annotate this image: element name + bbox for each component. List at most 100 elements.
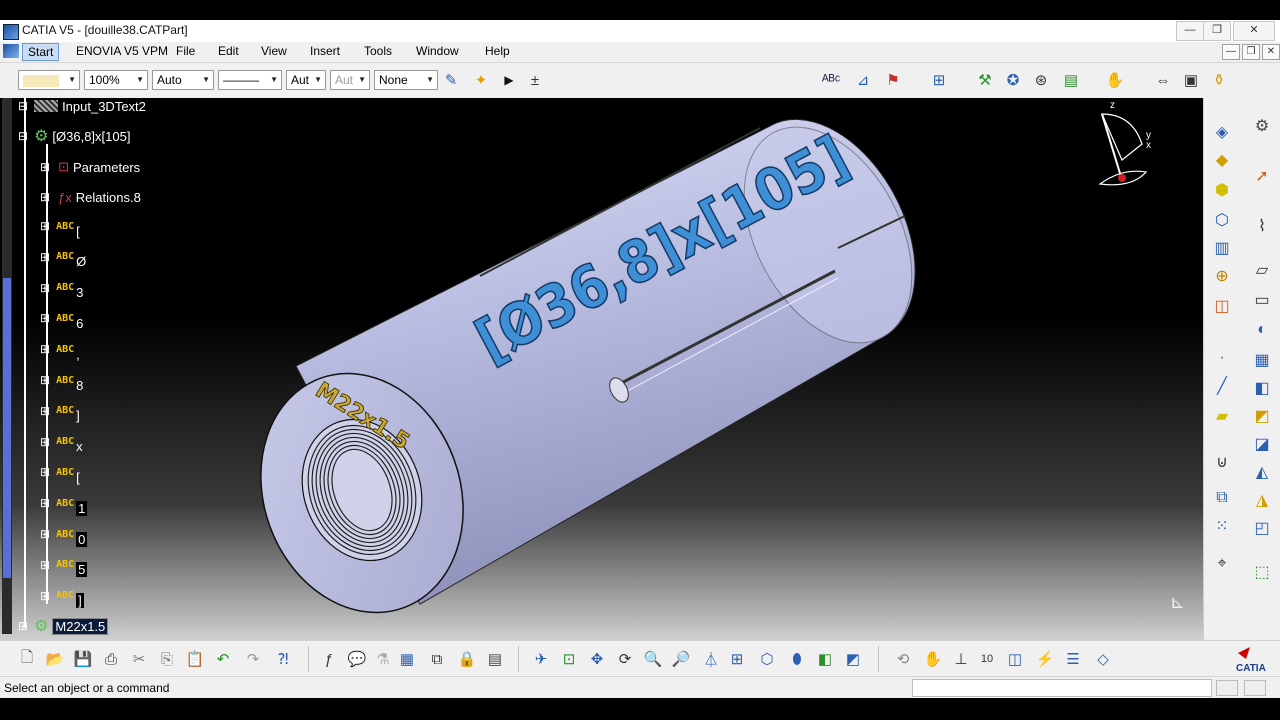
pan-icon[interactable]: ✥: [586, 648, 608, 670]
menu-start[interactable]: Start: [22, 43, 60, 61]
scale-icon[interactable]: ◰: [1250, 516, 1274, 540]
plane-yellow-icon[interactable]: ▰: [1210, 404, 1234, 428]
menu-edit[interactable]: Edit: [218, 44, 239, 58]
dot-icon[interactable]: ·: [1210, 346, 1234, 370]
transparency-combo[interactable]: 100% ▼: [84, 70, 148, 90]
open-folder-icon[interactable]: 📂: [44, 648, 66, 670]
tree-node-text-item[interactable]: ⊞ ABC Ø: [40, 247, 86, 270]
tree-node-text-item[interactable]: ⊞ ABC,: [40, 339, 80, 362]
doc-restore-button[interactable]: ❐: [1242, 44, 1260, 60]
rotate-icon[interactable]: ⟳: [614, 648, 636, 670]
shaft-icon[interactable]: ⬢: [1210, 178, 1234, 202]
catalog-icon[interactable]: ▣: [1180, 69, 1202, 91]
surface-icon[interactable]: ▦: [1250, 348, 1274, 372]
save-icon[interactable]: 💾: [72, 648, 94, 670]
macro-icon[interactable]: ⚗: [372, 648, 394, 670]
close-button[interactable]: ✕: [1233, 21, 1275, 41]
tree-node-text-item[interactable]: ⊞ ABC x: [40, 432, 83, 455]
tree-node-parameters[interactable]: ⊞ ⊡ Parameters: [40, 157, 140, 177]
tree-node-part[interactable]: ⊟ ⚙ [Ø36,8]x[105]: [18, 126, 130, 146]
layer-combo[interactable]: Aut ▼: [330, 70, 370, 90]
compass-widget[interactable]: z y x: [1092, 100, 1162, 192]
paint-brush-icon[interactable]: ✦: [470, 69, 492, 91]
hole-icon[interactable]: ▥: [1210, 236, 1234, 260]
undo-icon[interactable]: ↶: [212, 648, 234, 670]
copy-icon[interactable]: ⎘: [156, 648, 178, 670]
line-icon[interactable]: ╱: [1210, 374, 1234, 398]
expand-icon[interactable]: ⊞: [40, 219, 50, 233]
inertia-icon[interactable]: ✪: [1002, 69, 1024, 91]
tree-node-relations[interactable]: ⊞ ƒx Relations.8: [40, 187, 141, 207]
formula-icon[interactable]: ƒ: [318, 648, 340, 670]
tree-node-text-item[interactable]: ⊞ ABC 1: [40, 493, 88, 516]
menu-insert[interactable]: Insert: [310, 44, 340, 58]
menu-view[interactable]: View: [261, 44, 287, 58]
command-input[interactable]: [912, 679, 1212, 697]
axis-icon[interactable]: ⊥: [950, 648, 972, 670]
expand-icon[interactable]: ⊞: [40, 373, 50, 387]
color-combo[interactable]: ▼: [18, 70, 80, 90]
tree-node-text-item[interactable]: ⊞ ABC 3: [40, 278, 83, 301]
tree-node-m22[interactable]: ⊞ ⚙ M22x1.5: [18, 616, 109, 636]
settings-gear-icon[interactable]: ⚙: [1250, 114, 1274, 138]
constraint-icon[interactable]: ⚡: [1034, 648, 1056, 670]
bool-icon[interactable]: ⊍: [1210, 450, 1234, 474]
multi-view-icon[interactable]: ⊞: [726, 648, 748, 670]
whats-this-icon[interactable]: ⁈: [272, 648, 294, 670]
point-icon[interactable]: ⊕: [1210, 264, 1234, 288]
tree-node-text-item[interactable]: ⊞ ABC 0: [40, 524, 88, 547]
restore-button[interactable]: ❐: [1203, 21, 1231, 41]
thickness-combo[interactable]: Auto ▼: [152, 70, 214, 90]
zoom-out-icon[interactable]: 🔎: [670, 648, 692, 670]
doc-minimize-button[interactable]: —: [1222, 44, 1240, 60]
swap-space-icon[interactable]: ◩: [842, 648, 864, 670]
scrollbar-thumb[interactable]: [3, 278, 11, 578]
thickness-icon[interactable]: ◮: [1250, 488, 1274, 512]
menu-file[interactable]: File: [176, 44, 195, 58]
tree-node-input-3dtext[interactable]: ⊟ Input_3DText2: [18, 98, 146, 116]
redo-icon[interactable]: ↷: [242, 648, 264, 670]
tree-node-text-item[interactable]: ⊞ ABC[: [40, 216, 80, 239]
normal-view-icon[interactable]: ⏃: [700, 648, 722, 670]
3d-viewport[interactable]: [Ø36,8]x[105] M22x1.5 z y x ⊾ ⊟ Input_3D…: [0, 98, 1203, 640]
fit-icon[interactable]: ⇔: [1152, 69, 1174, 91]
split-icon[interactable]: ⬚: [1250, 560, 1274, 584]
iso-view-icon[interactable]: ⬡: [756, 648, 778, 670]
rendering-combo[interactable]: None ▼: [374, 70, 438, 90]
bottle-icon[interactable]: ⚱: [1208, 69, 1230, 91]
extrude-icon[interactable]: ◧: [1250, 376, 1274, 400]
tree-node-text-item[interactable]: ⊞ ABC 5: [40, 555, 88, 578]
expand-icon[interactable]: ⊞: [40, 435, 50, 449]
list-icon[interactable]: ☰: [1062, 648, 1084, 670]
pad-icon[interactable]: ◈: [1210, 120, 1234, 144]
annotation-icon[interactable]: ⚑: [882, 69, 904, 91]
expand-icon[interactable]: ⊞: [40, 558, 50, 572]
menu-enovia[interactable]: ENOVIA V5 VPM: [76, 44, 168, 58]
document-icon[interactable]: [3, 44, 19, 58]
arrow-right-icon[interactable]: ▶: [498, 69, 520, 91]
expand-icon[interactable]: ⊞: [40, 160, 50, 174]
tree-node-text-item[interactable]: ⊞ ABC]: [40, 586, 84, 609]
catalog-lock-icon[interactable]: 🔒: [456, 648, 478, 670]
grid-icon[interactable]: ▦: [396, 648, 418, 670]
tree-scrollbar[interactable]: [2, 98, 12, 634]
new-file-icon[interactable]: 🗋: [16, 648, 38, 670]
tree-node-text-item[interactable]: ⊞ ABC 8: [40, 370, 83, 393]
sketcher-icon[interactable]: ⌇: [1250, 214, 1274, 238]
views-icon[interactable]: ⊞: [928, 69, 950, 91]
table-icon[interactable]: ▤: [484, 648, 506, 670]
draft-icon[interactable]: ◪: [1250, 432, 1274, 456]
zoom-in-icon[interactable]: 🔍: [642, 648, 664, 670]
expand-icon[interactable]: ⊞: [40, 281, 50, 295]
linetype-combo[interactable]: ——— ▼: [218, 70, 282, 90]
chamfer-icon[interactable]: ◩: [1250, 404, 1274, 428]
minimize-button[interactable]: —: [1176, 21, 1204, 41]
shading-icon[interactable]: ⬮: [786, 648, 808, 670]
pattern-icon[interactable]: ⁙: [1210, 514, 1234, 538]
painter-icon[interactable]: ✎: [440, 69, 462, 91]
doc-close-button[interactable]: ✕: [1262, 44, 1280, 60]
tree-node-text-item[interactable]: ⊞ ABC 6: [40, 308, 83, 331]
expand-icon[interactable]: ⊞: [18, 619, 28, 633]
print-icon[interactable]: ⎙: [100, 648, 122, 670]
hand-icon[interactable]: ✋: [922, 648, 944, 670]
